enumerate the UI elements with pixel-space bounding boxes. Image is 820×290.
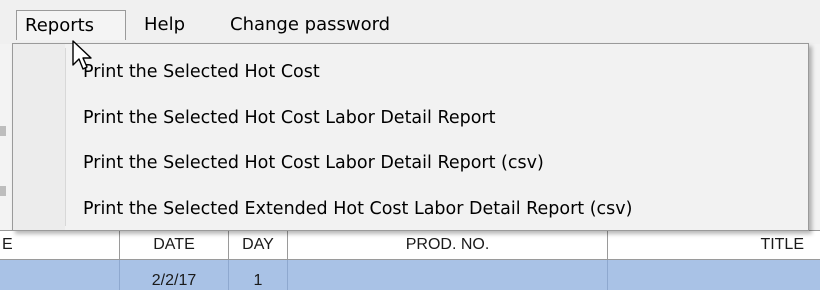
menu-item-print-extended-labor-detail-csv[interactable]: Print the Selected Extended Hot Cost Lab…: [83, 191, 632, 227]
column-header-title[interactable]: TITLE: [608, 231, 820, 259]
table-header: E DATE DAY PROD. NO. TITLE: [0, 230, 820, 260]
menu-change-password[interactable]: Change password: [222, 10, 398, 40]
table-row[interactable]: 2/2/17 1: [0, 260, 820, 290]
column-header-date[interactable]: DATE: [120, 231, 229, 259]
menu-item-print-labor-detail[interactable]: Print the Selected Hot Cost Labor Detail…: [83, 100, 495, 136]
partial-control-edge: [0, 186, 6, 196]
menu-help[interactable]: Help: [136, 10, 193, 40]
column-header-prod-no[interactable]: PROD. NO.: [288, 231, 608, 259]
menu-reports[interactable]: Reports: [16, 10, 126, 40]
reports-dropdown-menu: Print the Selected Hot Cost Print the Se…: [12, 43, 809, 231]
cell-prod-no: [288, 260, 608, 290]
partial-control-edge: [0, 126, 6, 136]
menu-gutter-divider: [65, 48, 66, 226]
cell-title: [608, 260, 820, 290]
cell-day: 1: [229, 260, 288, 290]
menu-item-print-labor-detail-csv[interactable]: Print the Selected Hot Cost Labor Detail…: [83, 145, 544, 181]
menu-icon-gutter: [13, 44, 65, 230]
mouse-cursor-icon: [72, 40, 92, 70]
cell-e: [0, 260, 120, 290]
menu-bar: Reports Help Change password: [0, 0, 820, 45]
cell-date: 2/2/17: [120, 260, 229, 290]
menu-item-print-hot-cost[interactable]: Print the Selected Hot Cost: [83, 54, 320, 90]
column-header-e[interactable]: E: [0, 231, 120, 259]
column-header-day[interactable]: DAY: [229, 231, 288, 259]
